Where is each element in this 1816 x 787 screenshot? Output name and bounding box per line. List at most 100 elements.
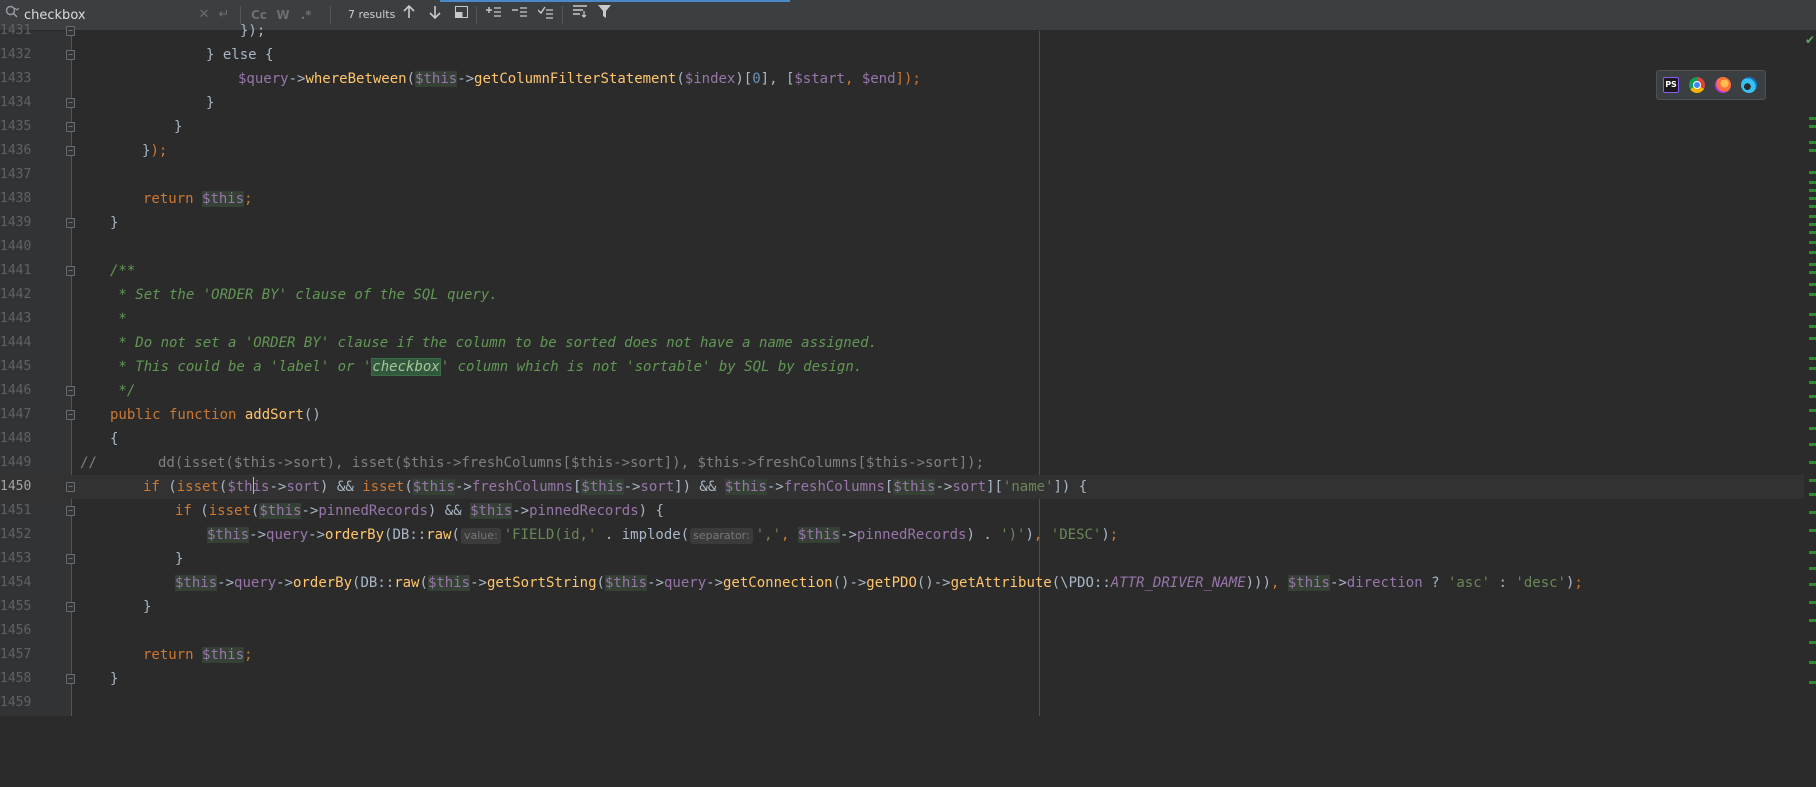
code-line[interactable]: 1441 − /** (0, 259, 1816, 283)
code-line[interactable]: 1452 $this->query->orderBy(DB::raw(value… (0, 523, 1816, 547)
code-line[interactable]: 1444 * Do not set a 'ORDER BY' clause if… (0, 331, 1816, 355)
error-stripe[interactable] (1804, 31, 1816, 716)
stripe-mark[interactable] (1809, 427, 1816, 430)
stripe-mark[interactable] (1809, 231, 1816, 234)
stripe-mark[interactable] (1809, 381, 1816, 384)
phpstorm-icon[interactable]: PS (1663, 77, 1679, 93)
fold-marker-icon[interactable]: − (66, 146, 75, 156)
stripe-mark[interactable] (1809, 529, 1816, 532)
stripe-mark[interactable] (1809, 551, 1816, 554)
fold-marker-icon[interactable]: − (66, 554, 75, 564)
code-line[interactable]: 1435 − } (0, 115, 1816, 139)
stripe-mark[interactable] (1809, 215, 1816, 218)
code-line[interactable]: 1458 − } (0, 667, 1816, 691)
stripe-mark[interactable] (1809, 181, 1816, 184)
stripe-mark[interactable] (1809, 461, 1816, 464)
code-line[interactable]: 1448 { (0, 427, 1816, 451)
stripe-mark[interactable] (1809, 681, 1816, 684)
stripe-mark[interactable] (1809, 443, 1816, 446)
fold-marker-icon[interactable]: − (66, 218, 75, 228)
stripe-mark[interactable] (1809, 141, 1816, 144)
stripe-mark[interactable] (1809, 125, 1816, 128)
code-line[interactable]: 1432 − } else { (0, 43, 1816, 67)
code-line[interactable]: 1453 − } (0, 547, 1816, 571)
fold-marker-icon[interactable]: − (66, 50, 75, 60)
fold-marker-icon[interactable]: − (66, 674, 75, 684)
stripe-mark[interactable] (1809, 325, 1816, 328)
code-line[interactable]: 1446 − */ (0, 379, 1816, 403)
stripe-mark[interactable] (1809, 223, 1816, 226)
stripe-mark[interactable] (1809, 149, 1816, 152)
edge-icon[interactable] (1741, 77, 1757, 93)
stripe-mark[interactable] (1809, 511, 1816, 514)
code-token: -> (706, 575, 723, 591)
fold-marker-icon[interactable]: − (66, 482, 75, 492)
stripe-mark[interactable] (1809, 241, 1816, 244)
code-line[interactable]: 1434 − } (0, 91, 1816, 115)
code-token: ); (150, 143, 168, 159)
stripe-mark[interactable] (1809, 619, 1816, 622)
stripe-mark[interactable] (1809, 395, 1816, 398)
code-line[interactable]: 1447 − public function addSort() (0, 403, 1816, 427)
stripe-mark[interactable] (1809, 409, 1816, 412)
code-line[interactable]: 1439 − } (0, 211, 1816, 235)
fold-marker-icon[interactable]: − (66, 602, 75, 612)
fold-marker-icon[interactable]: − (66, 506, 75, 516)
code-token: $this (604, 575, 648, 591)
code-line[interactable]: 1454 $this->query->orderBy(DB::raw($this… (0, 571, 1816, 595)
stripe-mark[interactable] (1809, 271, 1816, 274)
stripe-mark[interactable] (1809, 293, 1816, 296)
fold-marker-icon[interactable]: − (66, 386, 75, 396)
fold-marker-icon[interactable]: − (66, 98, 75, 108)
fold-marker-icon[interactable]: − (66, 410, 75, 420)
code-token: $this (415, 71, 458, 87)
code-token: ',' (755, 527, 782, 543)
code-line[interactable]: 1433 $query->whereBetween($this->getColu… (0, 67, 1816, 91)
code-line[interactable]: 1456 (0, 619, 1816, 643)
code-line[interactable]: 1443 * (0, 307, 1816, 331)
stripe-mark[interactable] (1809, 283, 1816, 286)
code-line[interactable]: 1438 return $this; (0, 187, 1816, 211)
firefox-icon[interactable] (1715, 77, 1731, 93)
stripe-mark[interactable] (1809, 189, 1816, 192)
code-line[interactable]: 1437 (0, 163, 1816, 187)
stripe-mark[interactable] (1809, 479, 1816, 482)
fold-marker-icon[interactable]: − (66, 266, 75, 276)
inspection-ok-icon[interactable]: ✔ (1804, 33, 1816, 47)
fold-marker-icon[interactable]: − (66, 26, 75, 36)
code-line[interactable]: 1442 * Set the 'ORDER BY' clause of the … (0, 283, 1816, 307)
code-token: } else { (206, 47, 274, 63)
code-line[interactable]: 1459 (0, 691, 1816, 715)
stripe-mark[interactable] (1809, 641, 1816, 644)
code-token: $this (1287, 575, 1330, 591)
code-token: getSortString (486, 575, 597, 591)
code-line[interactable]: 1436 − }()); (0, 139, 1816, 163)
code-line[interactable]: 1455 − } (0, 595, 1816, 619)
stripe-mark[interactable] (1809, 117, 1816, 120)
stripe-mark[interactable] (1809, 251, 1816, 254)
code-line[interactable]: 1445 * This could be a 'label' or 'check… (0, 355, 1816, 379)
stripe-mark[interactable] (1809, 661, 1816, 664)
code-editor[interactable]: 1431 − }); 1432 − } else { 1433 $query->… (0, 23, 1816, 716)
code-token: getConnection (723, 575, 833, 591)
code-line[interactable]: 1449 // dd(isset($this->sort), isset($th… (0, 451, 1816, 475)
code-line[interactable]: 1457 return $this; (0, 643, 1816, 667)
stripe-mark[interactable] (1809, 171, 1816, 174)
stripe-mark[interactable] (1809, 357, 1816, 360)
stripe-mark[interactable] (1809, 567, 1816, 570)
code-line[interactable]: 1440 (0, 235, 1816, 259)
code-line-current[interactable]: 1450 − if (isset($this->sort) && isset($… (0, 475, 1816, 499)
code-line[interactable]: 1451 − if (isset($this->pinnedRecords) &… (0, 499, 1816, 523)
stripe-mark[interactable] (1809, 263, 1816, 266)
stripe-mark[interactable] (1809, 493, 1816, 496)
chrome-icon[interactable] (1689, 77, 1705, 93)
stripe-mark[interactable] (1809, 197, 1816, 200)
stripe-mark[interactable] (1809, 367, 1816, 370)
stripe-mark[interactable] (1809, 601, 1816, 604)
stripe-mark[interactable] (1809, 337, 1816, 340)
code-line[interactable]: 1431 − }); (0, 19, 1816, 43)
stripe-mark[interactable] (1809, 205, 1816, 208)
stripe-mark[interactable] (1809, 583, 1816, 586)
stripe-mark[interactable] (1809, 313, 1816, 316)
fold-marker-icon[interactable]: − (66, 122, 75, 132)
